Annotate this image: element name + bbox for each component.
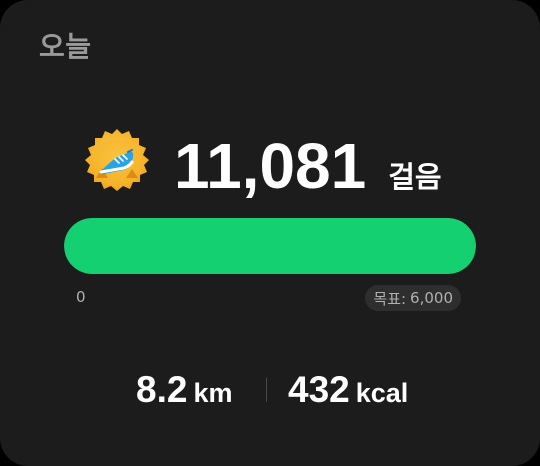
calories-value: 432	[288, 369, 350, 410]
distance-stat: 8.2 km	[136, 368, 232, 412]
calories-stat: 432 kcal	[288, 368, 408, 412]
steps-progress-bar	[64, 218, 476, 274]
progress-min-label: 0	[76, 288, 86, 306]
steps-progress-fill	[64, 218, 476, 274]
steps-count-row: 11,081 걸음	[174, 128, 442, 198]
goal-value: 6,000	[410, 289, 453, 307]
stats-divider	[266, 378, 267, 402]
steps-card[interactable]: 오늘 11,081 걸음 0 목표: 6,000 8.2 km 432 kcal	[0, 0, 540, 466]
goal-badge: 목표: 6,000	[365, 285, 461, 311]
distance-unit: km	[193, 378, 233, 408]
steps-unit: 걸음	[388, 160, 442, 194]
running-shoe-badge-icon	[82, 128, 152, 198]
calories-unit: kcal	[355, 378, 409, 408]
goal-label: 목표:	[373, 289, 407, 308]
distance-value: 8.2	[136, 369, 188, 410]
stats-row: 8.2 km 432 kcal	[0, 368, 540, 412]
card-title: 오늘	[39, 30, 92, 63]
steps-count: 11,081	[174, 130, 367, 202]
